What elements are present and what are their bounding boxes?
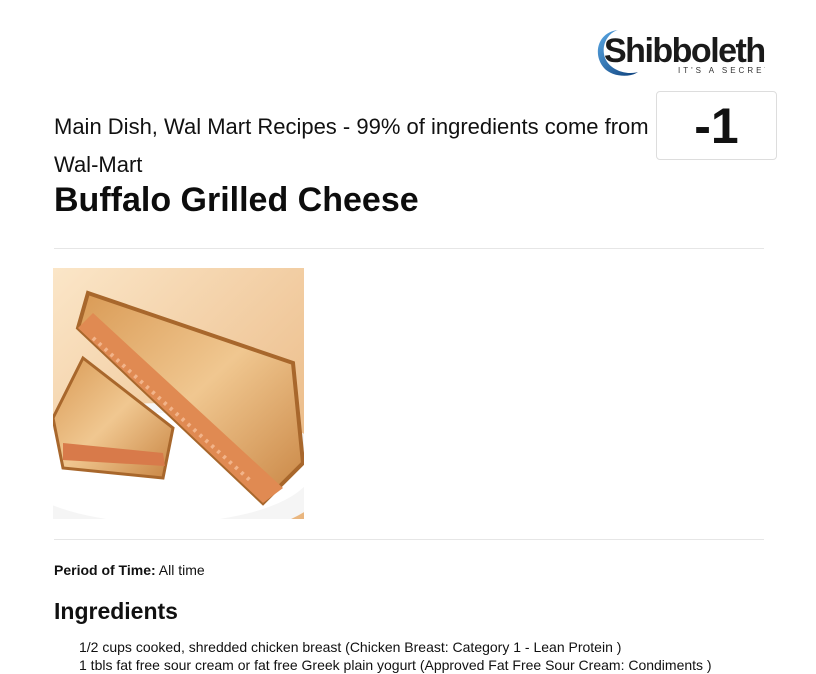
recipe-category: Main Dish, Wal Mart Recipes - 99% of ing… bbox=[54, 114, 649, 177]
score-value: -1 bbox=[694, 97, 739, 154]
site-logo[interactable]: Shibboleth IT'S A SECRET bbox=[590, 24, 765, 80]
divider bbox=[54, 539, 764, 540]
period-of-time: Period of Time: All time bbox=[54, 562, 205, 578]
ingredient-item: 1/2 cups cooked, shredded chicken breast… bbox=[79, 639, 622, 655]
divider bbox=[54, 248, 764, 249]
ingredient-item: 1 tbls fat free sour cream or fat free G… bbox=[79, 657, 712, 673]
recipe-photo bbox=[53, 268, 304, 519]
recipe-score: -1 bbox=[656, 91, 777, 160]
recipe-title: Buffalo Grilled Cheese bbox=[54, 181, 419, 219]
period-value: All time bbox=[158, 562, 205, 578]
period-label: Period of Time: bbox=[54, 562, 156, 578]
logo-tagline: IT'S A SECRET bbox=[678, 66, 765, 75]
ingredients-heading: Ingredients bbox=[54, 598, 178, 624]
ingredients-list: 1/2 cups cooked, shredded chicken breast… bbox=[79, 638, 712, 674]
sandwich-image bbox=[53, 268, 304, 519]
logo-wordmark: Shibboleth bbox=[604, 32, 765, 70]
